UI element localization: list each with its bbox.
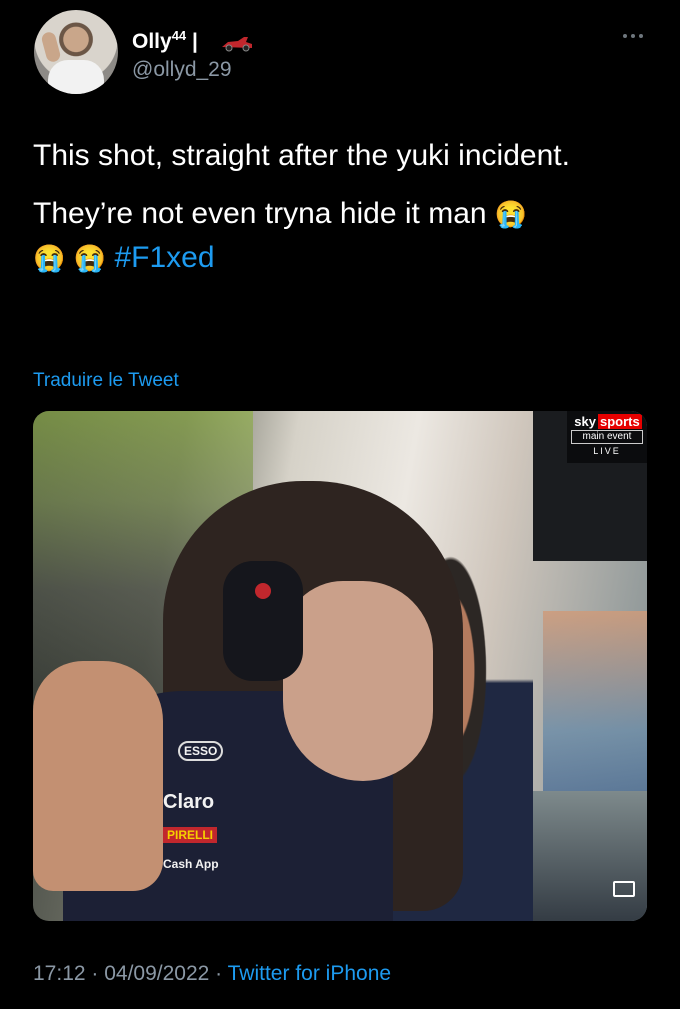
raised-fist xyxy=(33,661,163,891)
crying-face-icon: 😭 xyxy=(33,243,66,273)
sponsor-pirelli: PIRELLI xyxy=(163,827,218,843)
tweet-line-1: This shot, straight after the yuki incid… xyxy=(33,139,570,172)
meta-separator: · xyxy=(85,962,105,985)
avatar-arm xyxy=(40,30,62,64)
watermark-brand: sky sports xyxy=(567,414,647,429)
display-name-text: Olly xyxy=(132,30,172,53)
author-avatar[interactable] xyxy=(34,10,118,94)
broadcaster-watermark: sky sports main event LIVE xyxy=(567,411,647,463)
more-options-icon[interactable] xyxy=(618,26,648,46)
tweet-date[interactable]: 04/09/2022 xyxy=(104,962,209,985)
tweet-media-video[interactable]: ESSO Claro PIRELLI Cash App sky sports ma… xyxy=(33,411,647,921)
tweet-line-2: They’re not even tryna hide it man 😭 😭 😭… xyxy=(33,192,643,280)
watermark-live: LIVE xyxy=(593,446,621,456)
more-dot xyxy=(639,34,643,38)
hashtag-link[interactable]: #F1xed xyxy=(114,241,214,274)
sponsor-claro: Claro xyxy=(163,791,215,813)
video-indicator-icon[interactable] xyxy=(613,881,635,897)
sponsor-cashapp: Cash App xyxy=(163,857,219,871)
avatar-shirt xyxy=(48,60,104,94)
more-dot xyxy=(623,34,627,38)
wm-brand-left: sky xyxy=(574,414,596,429)
crying-face-icon: 😭 xyxy=(73,243,107,273)
headset xyxy=(223,561,303,681)
crying-face-icon: 😭 xyxy=(494,199,528,229)
display-name-superscript: 44 xyxy=(171,28,187,43)
strategist-face xyxy=(283,581,433,781)
tweet-meta: 17:12 · 04/09/2022 · Twitter for iPhone xyxy=(33,962,391,986)
headset-logo xyxy=(255,583,271,599)
race-car-icon xyxy=(222,37,252,52)
meta-separator: · xyxy=(209,962,228,985)
sponsor-esso: ESSO xyxy=(178,741,224,761)
tweet-time[interactable]: 17:12 xyxy=(33,962,86,985)
display-name-separator: | xyxy=(192,30,198,53)
author-display-name[interactable]: Olly44 | xyxy=(132,28,198,54)
tweet-source-link[interactable]: Twitter for iPhone xyxy=(228,962,391,985)
more-dot xyxy=(631,34,635,38)
tweet-line-2-text: They’re not even tryna hide it man xyxy=(33,197,487,230)
translate-tweet-link[interactable]: Traduire le Tweet xyxy=(33,370,179,392)
tweet-text: This shot, straight after the yuki incid… xyxy=(33,134,643,294)
author-handle[interactable]: @ollyd_29 xyxy=(132,58,232,82)
watermark-channel: main event xyxy=(571,430,643,444)
wm-brand-right: sports xyxy=(597,414,642,429)
